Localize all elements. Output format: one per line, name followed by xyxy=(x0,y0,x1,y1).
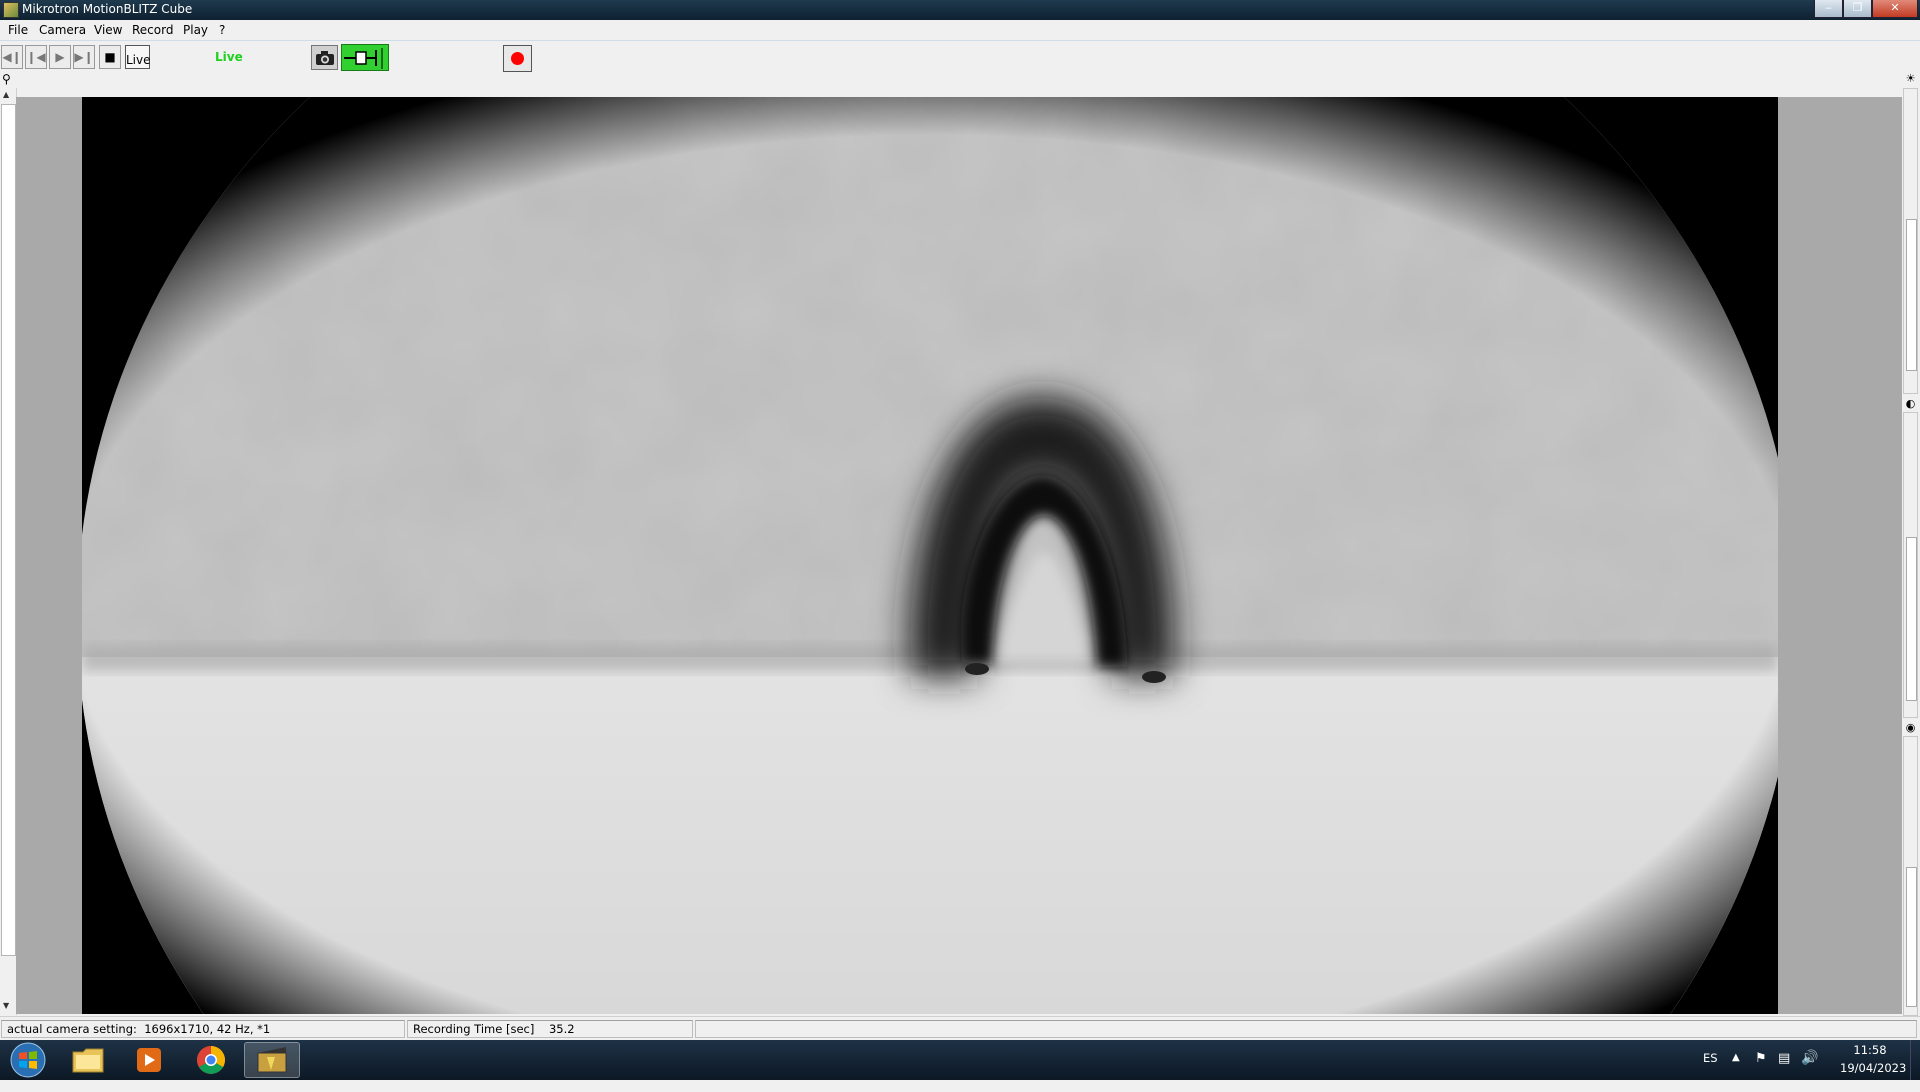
menu-view[interactable]: View xyxy=(94,23,122,37)
status-bar: actual camera setting: 1696x1710, 42 Hz,… xyxy=(0,1016,1920,1041)
motionblitz-app-icon xyxy=(257,1047,287,1073)
camera-image xyxy=(82,97,1778,1014)
scroll-down-icon[interactable]: ▼ xyxy=(3,1001,9,1010)
record-icon xyxy=(511,52,524,65)
live-button[interactable]: Live xyxy=(125,45,151,69)
menu-help[interactable]: ? xyxy=(219,23,225,37)
skip-start-icon: ◀❙ xyxy=(2,50,22,64)
maximize-button[interactable]: ❒ xyxy=(1843,0,1872,18)
step-forward-button[interactable]: ▶❙ xyxy=(73,45,95,69)
action-center-flag-icon[interactable]: ⚑ xyxy=(1755,1051,1767,1091)
empty-status-pane xyxy=(695,1020,1917,1038)
menu-file[interactable]: File xyxy=(8,23,28,37)
brightness-icon[interactable]: ☀ xyxy=(1904,72,1917,85)
live-status: Live xyxy=(215,50,243,64)
scrollbar-thumb[interactable] xyxy=(1,104,16,956)
step-forward-icon: ▶❙ xyxy=(74,50,94,64)
taskbar-media-player[interactable] xyxy=(121,1042,177,1078)
camera-setting-pane: actual camera setting: 1696x1710, 42 Hz,… xyxy=(1,1020,405,1038)
show-hidden-icons[interactable]: ▲ xyxy=(1732,1052,1740,1092)
language-indicator[interactable]: ES xyxy=(1703,1051,1718,1091)
contrast-slider[interactable] xyxy=(1903,412,1918,718)
recording-time-label: Recording Time [sec] xyxy=(413,1022,535,1036)
recording-time-value: 35.2 xyxy=(548,1022,575,1036)
show-desktop-button[interactable] xyxy=(1910,1040,1920,1080)
camera-setting-label: actual camera setting: xyxy=(7,1022,137,1036)
vertical-scrollbar[interactable]: ▲ ▼ xyxy=(0,88,17,1015)
menu-camera[interactable]: Camera xyxy=(39,23,86,37)
media-player-icon xyxy=(137,1048,161,1072)
stop-button[interactable]: ■ xyxy=(99,45,121,69)
snapshot-button[interactable] xyxy=(311,45,338,70)
trigger-icon xyxy=(344,48,383,69)
folder-icon xyxy=(72,1048,104,1073)
adjustment-panel: ☀ ◐ ◉ xyxy=(1902,72,1920,1017)
stop-icon: ■ xyxy=(104,50,116,64)
clock-time: 11:58 xyxy=(1853,1043,1887,1057)
recording-time-pane: Recording Time [sec] 35.2 xyxy=(407,1020,693,1038)
play-icon: ▶ xyxy=(55,50,65,64)
brightness-slider[interactable] xyxy=(1903,88,1918,394)
clock-date: 19/04/2023 xyxy=(1840,1061,1907,1075)
taskbar-clock[interactable]: 11:58 19/04/2023 xyxy=(1840,1043,1907,1083)
network-icon[interactable]: ▤ xyxy=(1778,1051,1790,1091)
windows-start-icon xyxy=(10,1042,46,1078)
step-back-icon: ❙◀ xyxy=(26,50,46,64)
window-controls: ‒ ❒ ✕ xyxy=(1814,0,1918,18)
volume-icon[interactable]: 🔊 xyxy=(1801,1050,1818,1090)
step-back-button[interactable]: ❙◀ xyxy=(25,45,47,69)
gamma-slider-thumb[interactable] xyxy=(1906,867,1917,1007)
scroll-up-icon[interactable]: ▲ xyxy=(3,90,9,99)
menu-play[interactable]: Play xyxy=(183,23,208,37)
record-button[interactable] xyxy=(503,45,532,72)
taskbar-chrome[interactable] xyxy=(183,1042,239,1078)
menu-bar: File Camera View Record Play ? xyxy=(0,20,1920,41)
trigger-button[interactable] xyxy=(341,44,389,71)
title-bar: Mikrotron MotionBLITZ Cube ‒ ❒ ✕ xyxy=(0,0,1920,20)
skip-to-start-button[interactable]: ◀❙ xyxy=(1,45,23,69)
minimize-button[interactable]: ‒ xyxy=(1814,0,1843,18)
start-button[interactable] xyxy=(0,1042,56,1078)
close-button[interactable]: ✕ xyxy=(1872,0,1918,18)
camera-setting-value: 1696x1710, 42 Hz, *1 xyxy=(144,1022,271,1036)
gamma-slider[interactable] xyxy=(1903,736,1918,1016)
gamma-icon[interactable]: ◉ xyxy=(1904,721,1917,734)
taskbar-motionblitz[interactable] xyxy=(244,1042,300,1078)
contrast-icon[interactable]: ◐ xyxy=(1904,397,1917,410)
camera-icon xyxy=(315,50,334,65)
taskbar-explorer[interactable] xyxy=(60,1042,116,1078)
play-button[interactable]: ▶ xyxy=(49,45,71,69)
menu-record[interactable]: Record xyxy=(132,23,173,37)
chrome-icon xyxy=(197,1046,225,1074)
app-icon[interactable] xyxy=(3,2,19,18)
brightness-slider-thumb[interactable] xyxy=(1906,219,1917,371)
taskbar: ES ▲ ⚑ ▤ 🔊 11:58 19/04/2023 xyxy=(0,1040,1920,1080)
toolbar: ◀❙ ❙◀ ▶ ▶❙ ■ Live Live xyxy=(0,41,1920,73)
zoom-icon[interactable]: ⚲ xyxy=(2,72,16,86)
contrast-slider-thumb[interactable] xyxy=(1906,537,1917,701)
window-title: Mikrotron MotionBLITZ Cube xyxy=(22,2,193,16)
